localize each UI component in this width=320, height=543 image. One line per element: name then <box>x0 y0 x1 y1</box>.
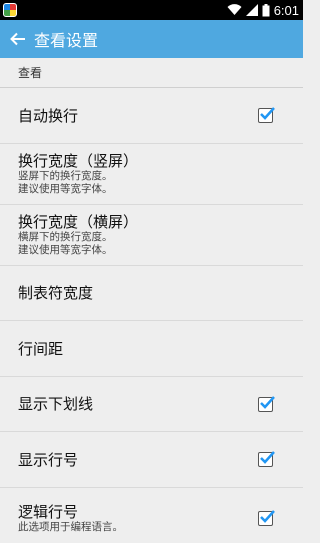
checkmark-icon <box>260 451 275 464</box>
pref-title: 逻辑行号 <box>18 503 79 521</box>
pref-title: 换行宽度（竖屏） <box>18 152 139 170</box>
pref-logical-line-numbers[interactable]: 逻辑行号 此选项用于编程语言。 <box>0 488 303 543</box>
pref-title: 自动换行 <box>18 106 79 125</box>
pref-show-underline[interactable]: 显示下划线 <box>0 377 303 432</box>
app-notification-icon <box>3 3 17 17</box>
show-underline-checkbox[interactable] <box>258 395 275 412</box>
status-indicators: 6:01 <box>227 3 299 18</box>
signal-icon <box>245 4 258 16</box>
pref-summary-line: 竖屏下的换行宽度。 <box>18 170 113 182</box>
pref-summary-line: 横屏下的换行宽度。 <box>18 231 113 243</box>
auto-wrap-checkbox[interactable] <box>258 107 275 123</box>
wifi-icon <box>227 4 242 15</box>
logical-line-numbers-checkbox[interactable] <box>258 510 275 526</box>
pref-title: 行间距 <box>18 339 64 358</box>
pref-summary-line: 建议使用等宽字体。 <box>18 244 113 256</box>
pref-title: 制表符宽度 <box>18 284 94 302</box>
arrow-left-icon <box>10 32 25 46</box>
pref-summary-line: 建议使用等宽字体。 <box>18 183 113 195</box>
back-button[interactable] <box>8 29 28 49</box>
checkmark-icon <box>260 107 275 120</box>
pref-auto-wrap[interactable]: 自动换行 <box>0 88 303 144</box>
pref-show-line-numbers[interactable]: 显示行号 <box>0 432 303 488</box>
battery-icon <box>262 3 270 16</box>
app-bar: 查看设置 <box>0 20 303 58</box>
pref-title: 换行宽度（横屏） <box>18 213 139 231</box>
status-bar: 6:01 <box>0 0 303 20</box>
pref-tab-width[interactable]: 制表符宽度 <box>0 266 303 321</box>
checkmark-icon <box>260 395 275 409</box>
preferences-list: 自动换行 换行宽度（竖屏） 竖屏下的换行宽度。 建议使用等宽字体。 换行宽度（横… <box>0 88 303 543</box>
pref-wrap-width-portrait[interactable]: 换行宽度（竖屏） 竖屏下的换行宽度。 建议使用等宽字体。 <box>0 144 303 205</box>
pref-summary-line: 此选项用于编程语言。 <box>18 521 123 533</box>
page-title: 查看设置 <box>34 31 99 50</box>
pref-line-spacing[interactable]: 行间距 <box>0 321 303 377</box>
status-time: 6:01 <box>273 2 299 18</box>
pref-title: 显示下划线 <box>18 395 94 413</box>
show-line-numbers-checkbox[interactable] <box>258 451 275 467</box>
checkmark-icon <box>260 510 275 523</box>
section-header: 查看 <box>0 58 303 88</box>
pref-wrap-width-landscape[interactable]: 换行宽度（横屏） 横屏下的换行宽度。 建议使用等宽字体。 <box>0 205 303 266</box>
pref-title: 显示行号 <box>18 450 79 469</box>
